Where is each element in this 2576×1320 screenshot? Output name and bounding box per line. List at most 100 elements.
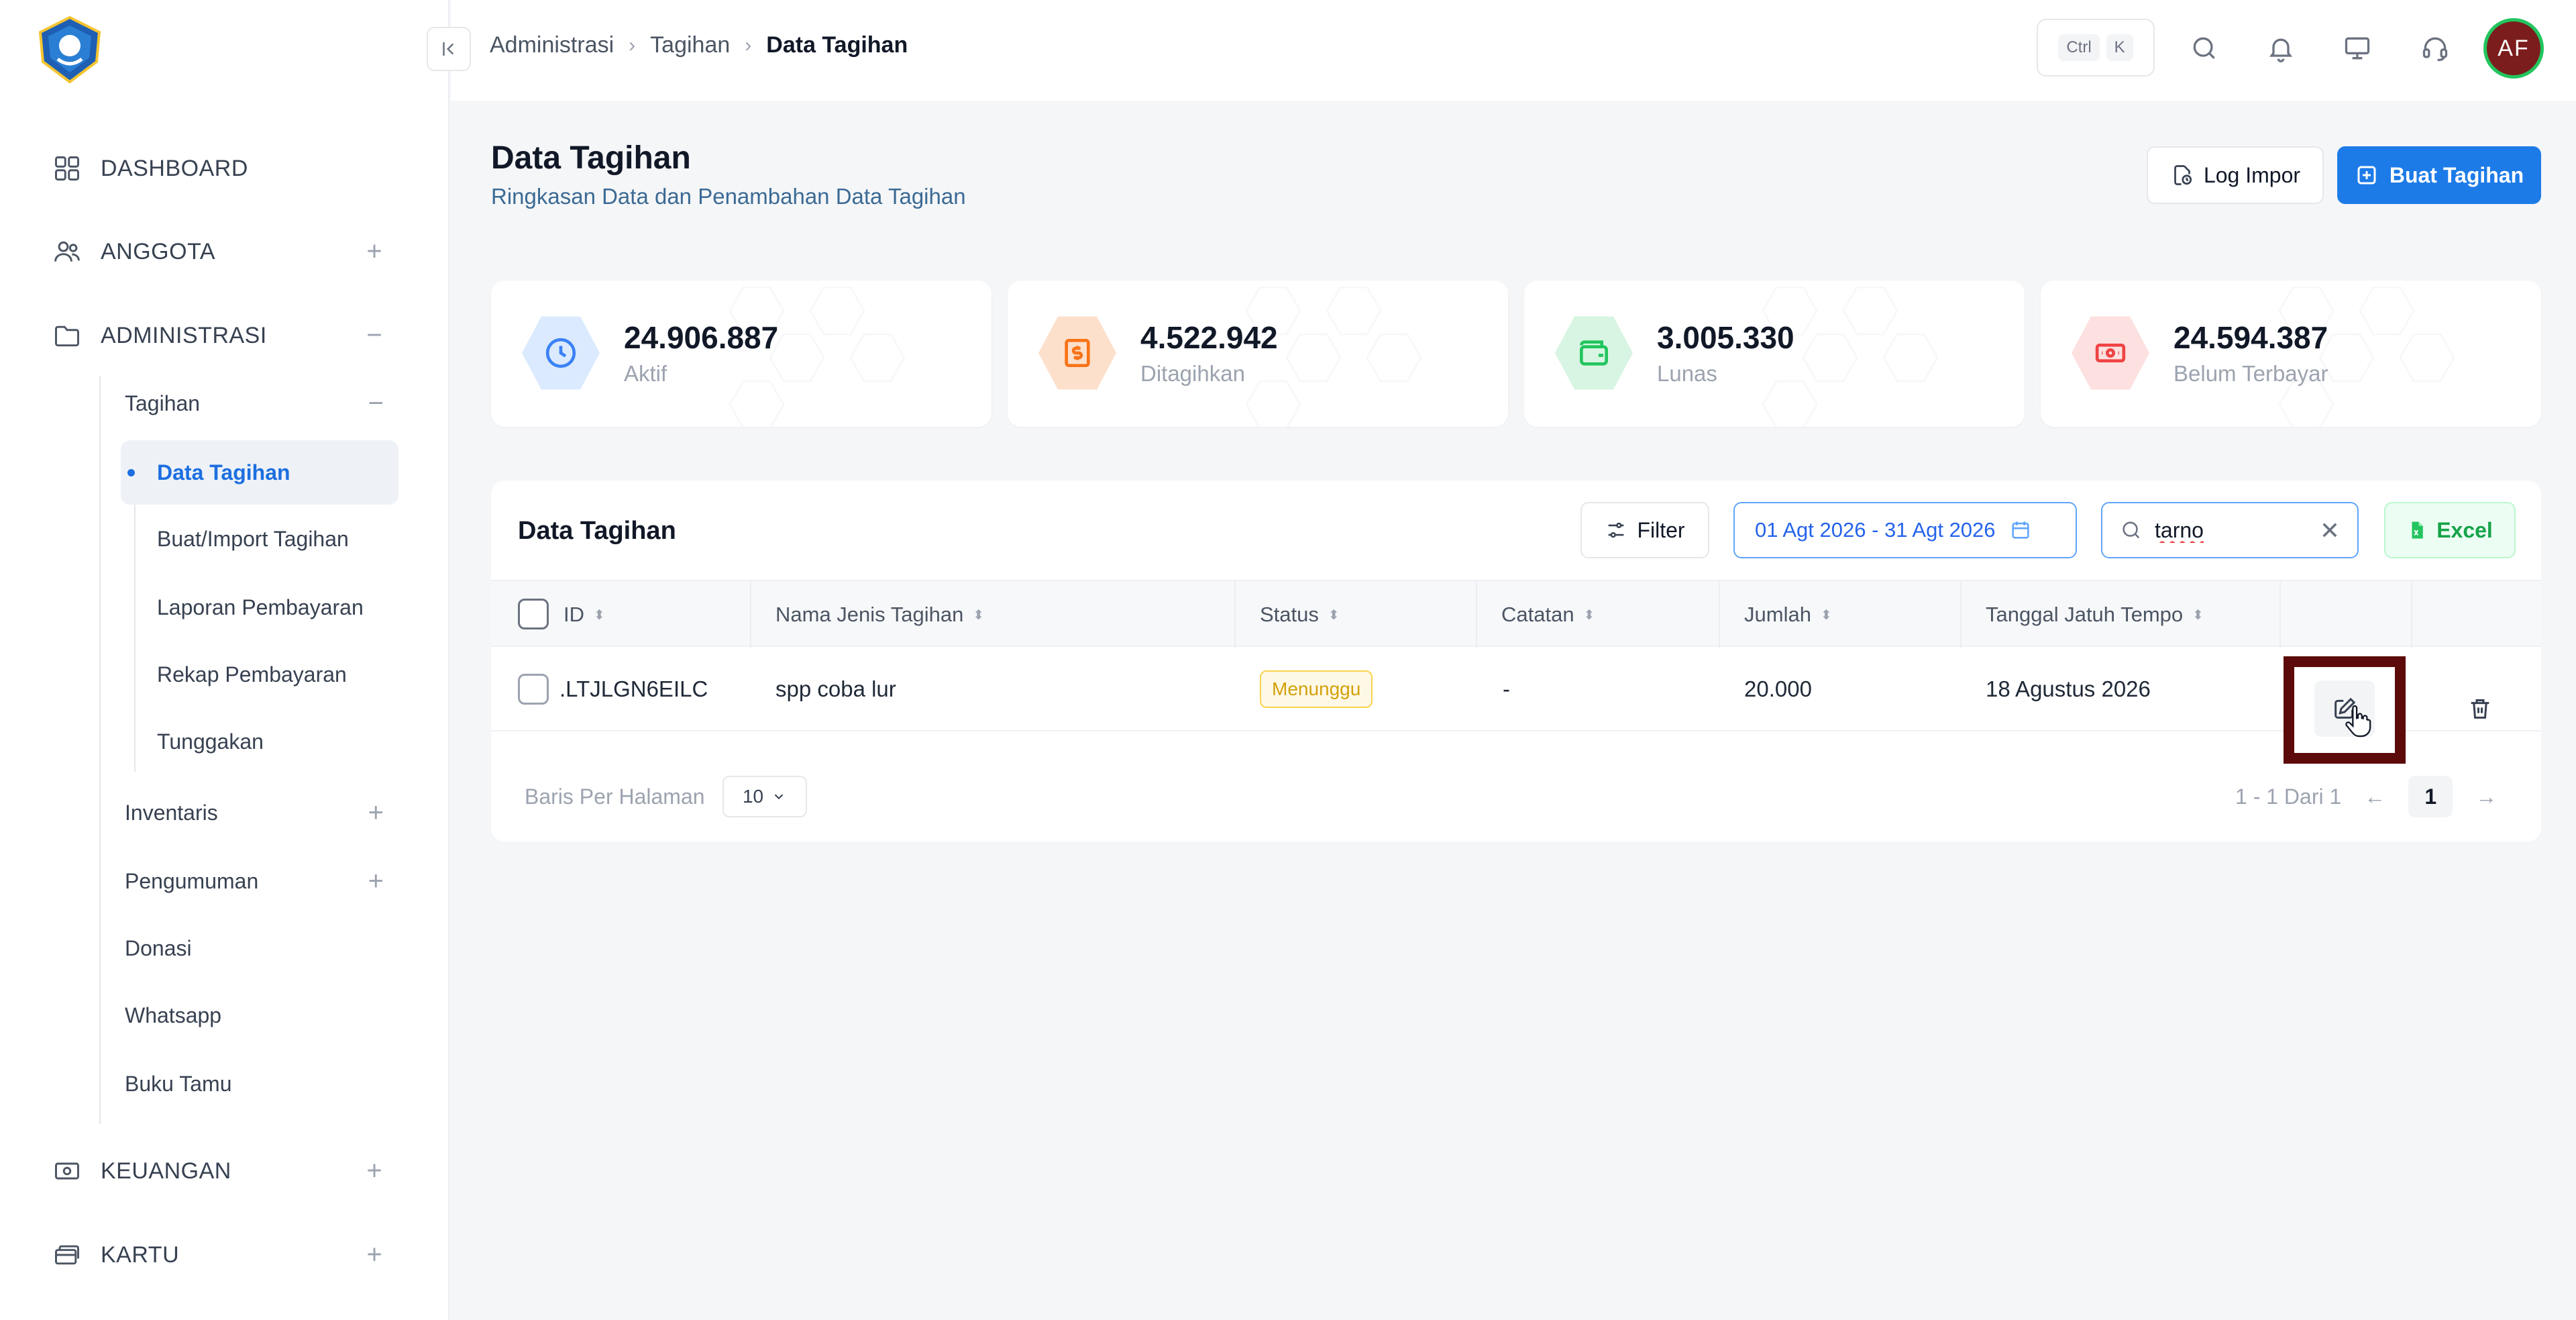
nav-label: ANGGOTA: [101, 238, 215, 264]
nav-tagihan[interactable]: Tagihan −: [125, 373, 384, 434]
column-status[interactable]: Status ⬍: [1260, 581, 1340, 648]
nav-tunggakan[interactable]: Tunggakan: [157, 711, 264, 772]
search-input[interactable]: [2155, 517, 2302, 543]
column-divider: [1234, 581, 1236, 648]
nav-buku-tamu[interactable]: Buku Tamu: [125, 1054, 232, 1114]
cell-id: .LTJLGN6EILC: [559, 676, 708, 701]
expand-icon[interactable]: +: [368, 866, 384, 897]
buat-tagihan-button[interactable]: Buat Tagihan: [2337, 146, 2541, 204]
cell-jumlah: 20.000: [1744, 676, 1812, 701]
stat-card-lunas: 3.005.330 Lunas: [1524, 281, 2025, 427]
expand-icon[interactable]: +: [368, 798, 384, 828]
nav-laporan-pembayaran[interactable]: Laporan Pembayaran: [157, 577, 364, 638]
table-row: .LTJLGN6EILC spp coba lur Menunggu - 20.…: [491, 647, 2541, 731]
log-impor-label: Log Impor: [2203, 162, 2301, 187]
rows-per-page-value: 10: [742, 786, 764, 807]
column-label: Nama Jenis Tagihan: [775, 603, 964, 626]
nav-label: Whatsapp: [125, 1003, 222, 1027]
nav-anggota[interactable]: ANGGOTA +: [0, 215, 449, 289]
command-shortcut-button[interactable]: Ctrl K: [2037, 19, 2155, 77]
clock-icon: [522, 316, 600, 390]
nav-administrasi[interactable]: ADMINISTRASI −: [0, 299, 449, 372]
cash-icon: [2072, 316, 2149, 390]
page-title: Data Tagihan: [491, 140, 691, 176]
data-tagihan-panel: Data Tagihan Filter 01 Agt 2026 - 31 Agt…: [491, 480, 2541, 842]
avatar[interactable]: AF: [2483, 18, 2544, 79]
expand-icon[interactable]: +: [361, 1240, 388, 1270]
excel-file-icon: [2412, 521, 2423, 539]
sliders-icon: [1609, 522, 1624, 538]
column-divider: [2411, 581, 2412, 648]
clear-icon[interactable]: ✕: [2320, 517, 2340, 545]
nav-inventaris[interactable]: Inventaris +: [125, 782, 384, 843]
breadcrumb: Administrasi › Tagihan › Data Tagihan: [490, 32, 908, 58]
collapse-sidebar-button[interactable]: [427, 27, 471, 71]
nav-donasi[interactable]: Donasi: [125, 918, 192, 978]
nav-dashboard[interactable]: DASHBOARD: [0, 132, 449, 205]
date-range-picker[interactable]: 01 Agt 2026 - 31 Agt 2026: [1733, 502, 2077, 558]
delete-button[interactable]: [2453, 680, 2507, 737]
sort-icon: ⬍: [1328, 607, 1340, 623]
stat-card-ditagihkan: 4.522.942 Ditagihkan: [1008, 281, 1508, 427]
headset-icon[interactable]: [2415, 28, 2455, 68]
row-checkbox[interactable]: [518, 674, 549, 705]
log-impor-button[interactable]: Log Impor: [2147, 146, 2324, 204]
search-icon[interactable]: [2184, 28, 2224, 68]
select-all-checkbox[interactable]: [518, 599, 549, 629]
nav-keuangan[interactable]: KEUANGAN +: [0, 1134, 449, 1208]
column-divider: [1476, 581, 1477, 648]
nav-label: Buku Tamu: [125, 1071, 232, 1096]
search-field[interactable]: ✕: [2101, 502, 2359, 558]
sort-icon: ⬍: [973, 607, 985, 623]
column-nama-jenis-tagihan[interactable]: Nama Jenis Tagihan ⬍: [775, 581, 984, 648]
sort-icon: ⬍: [1820, 607, 1832, 623]
status-badge: Menunggu: [1260, 670, 1373, 708]
breadcrumb-tagihan[interactable]: Tagihan: [650, 32, 730, 58]
expand-icon[interactable]: +: [361, 237, 388, 267]
next-page-arrow-icon[interactable]: →: [2475, 784, 2497, 809]
column-catatan[interactable]: Catatan ⬍: [1501, 581, 1595, 648]
cell-catatan: -: [1503, 676, 1510, 701]
prev-page-arrow-icon[interactable]: ←: [2364, 784, 2385, 809]
folder-icon: [51, 319, 83, 352]
nav-kartu[interactable]: KARTU +: [0, 1218, 449, 1292]
nav-rekap-pembayaran[interactable]: Rekap Pembayaran: [157, 644, 347, 705]
edit-button[interactable]: [2314, 680, 2375, 738]
panel-title: Data Tagihan: [518, 517, 676, 545]
column-divider: [2279, 581, 2281, 648]
wallet-icon: [1555, 316, 1633, 390]
history-icon: [2174, 165, 2192, 185]
excel-label: Excel: [2436, 517, 2493, 542]
pagination: 1 - 1 Dari 1 ← 1 →: [2235, 776, 2497, 817]
rows-per-page-select[interactable]: 10: [722, 776, 807, 817]
collapse-icon[interactable]: −: [361, 321, 388, 351]
page-number[interactable]: 1: [2408, 776, 2453, 817]
monitor-icon[interactable]: [2337, 28, 2377, 68]
filter-button[interactable]: Filter: [1580, 502, 1709, 558]
column-id[interactable]: ID ⬍: [564, 581, 605, 648]
column-tanggal-jatuh-tempo[interactable]: Tanggal Jatuh Tempo ⬍: [1986, 581, 2204, 648]
export-excel-button[interactable]: Excel: [2384, 502, 2516, 558]
breadcrumb-administrasi[interactable]: Administrasi: [490, 32, 614, 58]
nav-label: Tunggakan: [157, 729, 264, 754]
sidebar: DASHBOARD ANGGOTA + ADMINISTRASI − Tagih…: [0, 0, 449, 1320]
nav-buat-import-tagihan[interactable]: Buat/Import Tagihan: [157, 509, 349, 569]
collapse-icon[interactable]: −: [368, 389, 384, 419]
app-logo[interactable]: [35, 15, 105, 85]
expand-icon[interactable]: +: [361, 1156, 388, 1186]
bell-icon[interactable]: [2261, 28, 2301, 68]
nav-data-tagihan[interactable]: Data Tagihan: [121, 440, 398, 505]
nav-label: KARTU: [101, 1241, 180, 1268]
money-icon: [51, 1155, 83, 1187]
nav-label: Donasi: [125, 935, 192, 960]
column-label: Tanggal Jatuh Tempo: [1986, 603, 2184, 626]
grid-icon: [51, 152, 83, 185]
nav-whatsapp[interactable]: Whatsapp: [125, 985, 221, 1046]
column-label: ID: [564, 603, 584, 626]
column-divider: [1719, 581, 1720, 648]
nav-label: Laporan Pembayaran: [157, 595, 364, 619]
nav-pengumuman[interactable]: Pengumuman +: [125, 851, 384, 911]
cell-nama: spp coba lur: [775, 676, 896, 701]
column-jumlah[interactable]: Jumlah ⬍: [1744, 581, 1832, 648]
breadcrumb-current: Data Tagihan: [766, 32, 908, 58]
